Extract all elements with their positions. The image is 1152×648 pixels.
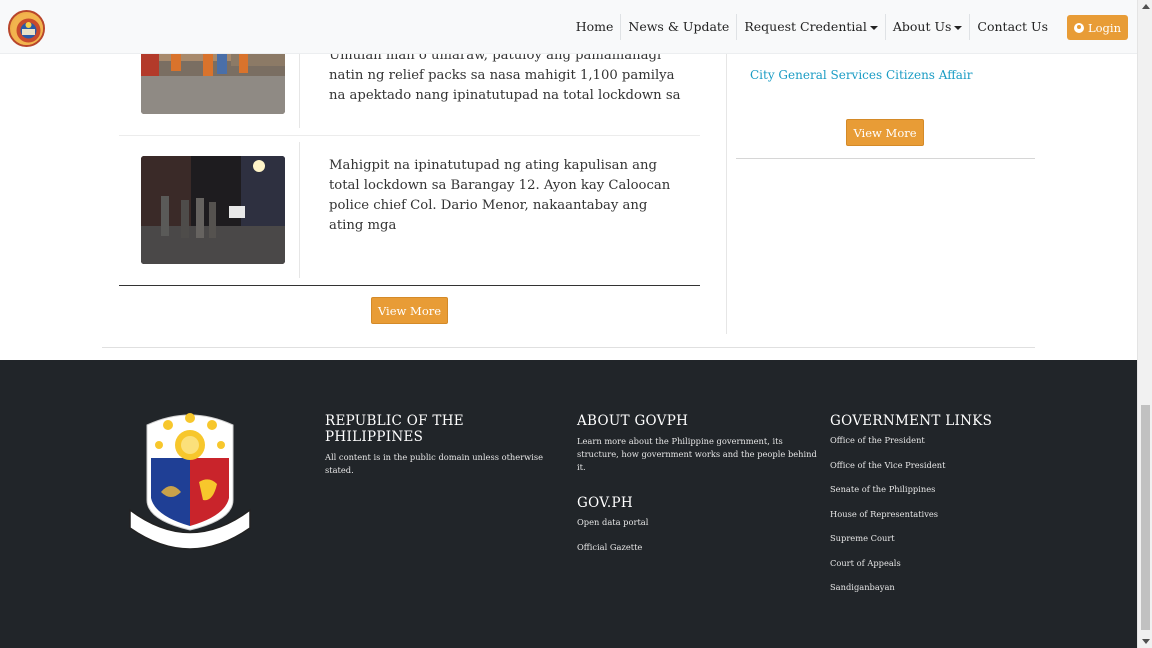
nav-about-label: About Us (892, 19, 952, 34)
footer-link-house[interactable]: House of Representatives (830, 509, 1050, 534)
nav-home[interactable]: Home (569, 14, 622, 40)
news-excerpt[interactable]: Umulan man o umaraw, patuloy ang pamamah… (329, 46, 684, 108)
row-separator (119, 135, 700, 136)
footer-col-about: ABOUT GOVPH Learn more about the Philipp… (577, 413, 817, 566)
column-divider (726, 54, 727, 334)
footer-heading-gov-links: GOVERNMENT LINKS (830, 413, 993, 429)
caret-down-icon (869, 25, 878, 30)
footer-link-official-gazette[interactable]: Official Gazette (577, 542, 817, 567)
news-divider (299, 142, 300, 278)
city-seal-logo[interactable] (8, 10, 45, 47)
nav-request-credential[interactable]: Request Credential (737, 14, 886, 40)
scrollbar[interactable] (1137, 0, 1152, 648)
footer-col-republic: REPUBLIC OF THE PHILIPPINES All content … (325, 413, 555, 477)
user-circle-icon (1073, 22, 1084, 33)
footer-text-republic: All content is in the public domain unle… (325, 452, 544, 475)
sidebar-view-more-button[interactable]: View More (846, 119, 924, 146)
news-view-more-button[interactable]: View More (371, 297, 448, 324)
footer-heading-about: ABOUT GOVPH (577, 413, 689, 429)
footer: REPUBLIC OF THE PHILIPPINES All content … (0, 360, 1137, 648)
footer-link-senate[interactable]: Senate of the Philippines (830, 484, 1050, 509)
footer-col-gov-links: GOVERNMENT LINKS Office of the President… (830, 413, 1050, 607)
scroll-up-arrow-icon[interactable] (1142, 4, 1150, 9)
nav-contact-label: Contact Us (977, 19, 1048, 34)
view-more-label: View More (853, 125, 917, 140)
nav-request-label: Request Credential (744, 19, 867, 34)
news-divider (299, 54, 300, 128)
footer-heading-govph: GOV.PH (577, 495, 633, 511)
navbar: Home News & Update Request Credential Ab… (0, 0, 1137, 54)
news-list-end-line (119, 285, 700, 286)
scroll-thumb[interactable] (1141, 405, 1150, 630)
content-bottom-line (102, 347, 1035, 348)
login-button[interactable]: Login (1067, 15, 1128, 40)
view-more-label: View More (377, 303, 442, 318)
nav-home-label: Home (575, 19, 614, 34)
footer-link-supreme-court[interactable]: Supreme Court (830, 533, 1050, 558)
main-nav: Home News & Update Request Credential Ab… (569, 14, 1055, 40)
footer-link-vice-president[interactable]: Office of the Vice President (830, 460, 1050, 485)
sidebar-end-line (736, 158, 1035, 159)
footer-link-president[interactable]: Office of the President (830, 435, 1050, 460)
philippine-seal-icon (125, 410, 255, 550)
nav-about-us[interactable]: About Us (886, 14, 971, 40)
nav-news-update[interactable]: News & Update (621, 14, 738, 40)
caret-down-icon (954, 25, 963, 30)
scroll-down-arrow-icon[interactable] (1142, 639, 1150, 644)
footer-link-open-data[interactable]: Open data portal (577, 517, 817, 542)
news-excerpt[interactable]: Mahigpit na ipinatutupad ng ating kapuli… (329, 156, 684, 236)
sidebar-link[interactable]: City General Services Citizens Affair (750, 68, 972, 82)
nav-news-label: News & Update (628, 19, 730, 34)
footer-heading-republic: REPUBLIC OF THE PHILIPPINES (325, 413, 464, 445)
login-label: Login (1087, 20, 1121, 35)
news-thumbnail[interactable] (141, 156, 285, 264)
footer-text-about: Learn more about the Philippine governme… (577, 436, 817, 472)
footer-link-sandiganbayan[interactable]: Sandiganbayan (830, 582, 1050, 607)
footer-link-court-of-appeals[interactable]: Court of Appeals (830, 558, 1050, 583)
nav-contact-us[interactable]: Contact Us (970, 14, 1055, 40)
